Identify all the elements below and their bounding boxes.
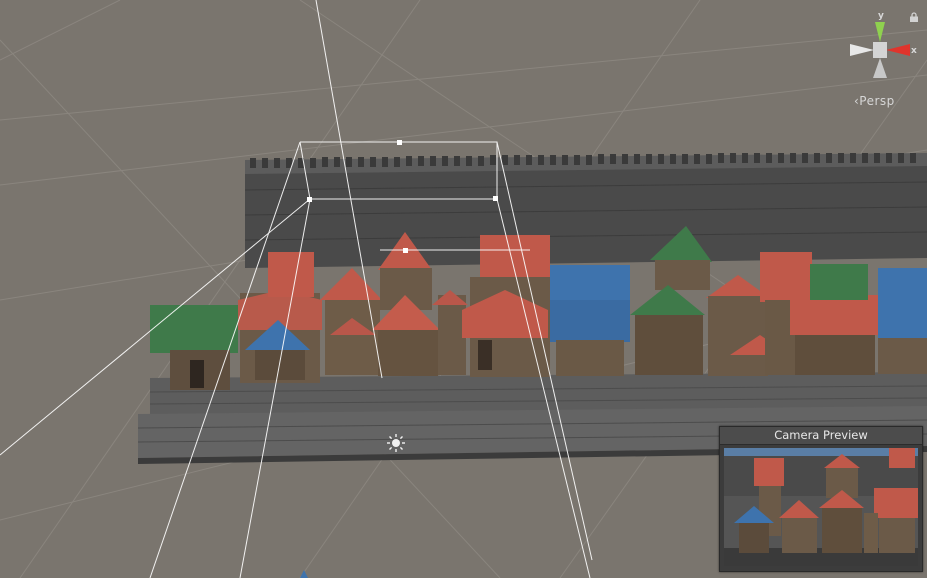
gizmo-x-axis[interactable]: [886, 44, 910, 56]
gizmo-label-y: y: [878, 11, 884, 21]
frustum-handle-right: [493, 196, 498, 201]
gizmo-neg-x-axis[interactable]: [850, 44, 874, 56]
gizmo-center-cube[interactable]: [873, 42, 887, 58]
lock-icon[interactable]: [909, 12, 919, 22]
frustum-handle-left: [307, 197, 312, 202]
gizmo-y-axis[interactable]: [875, 22, 885, 42]
scene-view[interactable]: y x ‹Persp Camera Preview: [0, 0, 927, 578]
light-icon[interactable]: [386, 433, 406, 453]
frustum-handle-center: [403, 248, 408, 253]
projection-toggle[interactable]: ‹Persp: [854, 94, 895, 108]
camera-preview-title: Camera Preview: [720, 427, 922, 445]
transform-arrow-z[interactable]: [300, 570, 308, 578]
orientation-gizmo[interactable]: y x: [840, 8, 920, 88]
castle-wall: [244, 153, 927, 268]
camera-preview-image: [724, 448, 918, 566]
gizmo-label-x: x: [911, 46, 917, 56]
camera-preview-panel: Camera Preview: [719, 426, 923, 572]
gizmo-neg-y-axis[interactable]: [873, 58, 887, 78]
camera-preview-render: [724, 448, 918, 566]
frustum-handle-top: [397, 140, 402, 145]
